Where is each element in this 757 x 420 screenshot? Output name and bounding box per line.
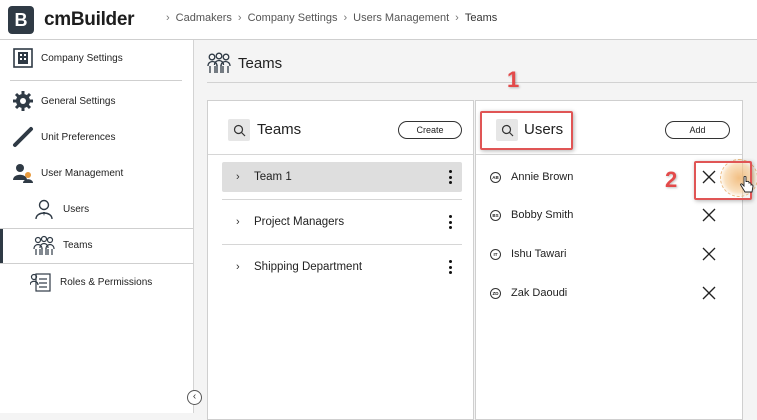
avatar: ZD [490, 287, 501, 299]
sidebar-item-label: General Settings [41, 95, 116, 107]
sidebar-item-label: User Management [41, 167, 124, 179]
avatar: AB [490, 171, 501, 183]
page-title-text: Teams [238, 54, 283, 72]
close-icon[interactable] [700, 245, 718, 263]
sidebar: Company Settings General Settings Unit P… [0, 40, 194, 413]
user-name: Ishu Tawari [511, 248, 567, 260]
sidebar-item-user-management[interactable]: User Management [0, 155, 193, 191]
search-icon [233, 124, 245, 136]
team-icon [33, 235, 55, 255]
teams-header-divider [208, 154, 473, 155]
team-row[interactable]: › Shipping Department [222, 252, 462, 282]
sidebar-item-label: Unit Preferences [41, 131, 116, 143]
user-icon [35, 199, 53, 220]
avatar: BS [490, 209, 501, 221]
breadcrumb-item-cadmakers[interactable]: Cadmakers [176, 12, 232, 24]
sidebar-item-unit-preferences[interactable]: Unit Preferences [0, 119, 193, 155]
more-options-icon[interactable] [449, 260, 452, 274]
chevron-right-icon[interactable]: › [236, 216, 246, 228]
chevron-left-icon: ‹ [192, 391, 197, 402]
chevron-right-icon: › [455, 12, 459, 24]
user-name: Bobby Smith [511, 209, 574, 221]
teams-panel: Teams Create › Team 1 › Project Managers… [207, 100, 474, 420]
close-icon[interactable] [700, 206, 718, 224]
chevron-right-icon: › [166, 12, 170, 24]
annotation-step-1: 1 [507, 67, 520, 92]
page-title: Teams [207, 52, 282, 74]
logo-icon[interactable]: B [8, 6, 34, 34]
sidebar-item-label: Users [63, 203, 90, 215]
user-row: ZD Zak Daoudi [490, 281, 740, 305]
sidebar-divider [0, 228, 193, 229]
team-name: Project Managers [254, 216, 345, 228]
collapse-sidebar-button[interactable]: ‹ [187, 390, 202, 405]
avatar: IT [490, 248, 501, 260]
sidebar-item-label: Roles & Permissions [60, 276, 153, 288]
user-row: IT Ishu Tawari [490, 242, 740, 266]
annotation-step-2: 2 [665, 167, 678, 192]
teams-search-button[interactable] [228, 119, 250, 141]
gear-icon [13, 91, 33, 111]
sidebar-item-roles-permissions[interactable]: Roles & Permissions [0, 264, 193, 300]
chevron-right-icon[interactable]: › [236, 261, 246, 273]
sidebar-item-general-settings[interactable]: General Settings [0, 83, 193, 119]
top-header: B cmBuilder › Cadmakers › Company Settin… [0, 0, 757, 40]
chevron-right-icon: › [237, 12, 242, 24]
hand-cursor-icon [740, 176, 754, 193]
create-team-button[interactable]: Create [398, 121, 462, 139]
add-user-button[interactable]: Add [665, 121, 730, 139]
user-group-icon [13, 164, 33, 183]
sidebar-item-label: Teams [63, 240, 93, 251]
team-name: Shipping Department [254, 261, 363, 273]
breadcrumb-item-teams: Teams [464, 12, 498, 24]
breadcrumb-item-company-settings[interactable]: Company Settings [248, 12, 338, 24]
breadcrumb: › Cadmakers › Company Settings › Users M… [166, 12, 497, 24]
ruler-icon [13, 127, 33, 147]
annotation-highlight-users-search [480, 111, 573, 150]
team-row[interactable]: › Project Managers [222, 207, 462, 237]
users-header-divider [476, 154, 742, 155]
row-divider [222, 199, 462, 200]
building-icon [13, 48, 33, 68]
team-icon [207, 52, 231, 73]
teams-heading: Teams [257, 121, 302, 138]
sidebar-item-company-settings[interactable]: Company Settings [0, 40, 193, 76]
sidebar-item-users[interactable]: Users [0, 191, 193, 227]
breadcrumb-item-users-management[interactable]: Users Management [353, 12, 449, 24]
user-name: Zak Daoudi [511, 287, 568, 299]
user-row: BS Bobby Smith [490, 203, 740, 227]
more-options-icon[interactable] [449, 170, 452, 184]
title-divider [207, 82, 757, 83]
chevron-right-icon[interactable]: › [236, 171, 246, 183]
app-name: cmBuilder [44, 9, 135, 30]
row-divider [222, 244, 462, 245]
user-name: Annie Brown [511, 171, 574, 183]
team-name: Team 1 [254, 171, 292, 183]
chevron-right-icon: › [343, 12, 348, 24]
team-row[interactable]: › Team 1 [222, 162, 462, 192]
sidebar-item-label: Company Settings [41, 52, 123, 64]
sidebar-item-teams[interactable]: Teams [0, 228, 193, 263]
close-icon[interactable] [700, 284, 718, 302]
sidebar-divider [10, 80, 182, 81]
roles-icon [30, 273, 51, 292]
more-options-icon[interactable] [449, 215, 452, 229]
